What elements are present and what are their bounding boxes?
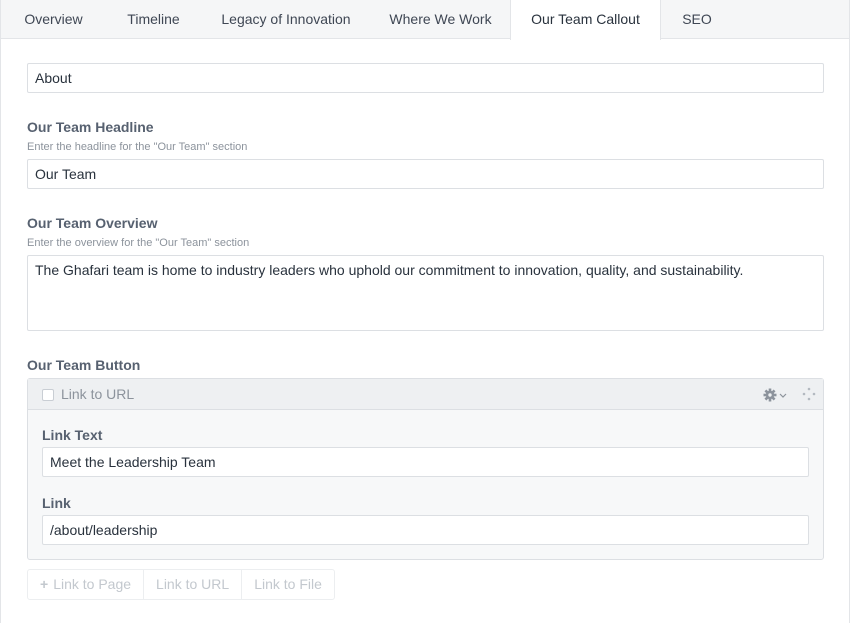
tab-overview[interactable]: Overview [1,0,106,39]
move-handle[interactable] [802,387,816,401]
block-title: Link to URL [61,386,135,402]
add-link-to-file-button[interactable]: Link to File [242,570,334,599]
overview-help-text: Enter the overview for the "Our Team" se… [27,237,250,249]
move-icon [802,387,816,401]
add-link-to-url-button[interactable]: Link to URL [144,570,243,599]
tab-where-we-work[interactable]: Where We Work [371,0,510,39]
headline-label: Our Team Headline [27,119,154,135]
tab-timeline[interactable]: Timeline [106,0,201,39]
link-input[interactable]: /about/leadership [42,515,809,545]
link-text-label: Link Text [42,427,103,443]
headline-input[interactable]: Our Team [27,159,824,189]
chevron-down-icon [779,393,787,398]
eyebrow-input[interactable]: About [27,63,824,93]
block-select-checkbox[interactable] [42,389,54,401]
link-block-header[interactable]: Link to URL [28,379,823,410]
link-label: Link [42,495,71,511]
link-block: Link to URL Link Text Meet the Leadershi… [27,378,824,560]
button-label: Our Team Button [27,357,141,373]
headline-help-text: Enter the headline for the "Our Team" se… [27,141,248,153]
overview-textarea[interactable]: The Ghafari team is home to industry lea… [27,255,824,331]
settings-menu[interactable] [763,387,789,403]
tab-seo[interactable]: SEO [661,0,733,39]
gear-icon [763,388,787,402]
add-link-to-page-button[interactable]: + Link to Page [28,570,145,599]
plus-icon: + [40,576,49,592]
tab-our-team-callout[interactable]: Our Team Callout [510,0,661,40]
tab-legacy-of-innovation[interactable]: Legacy of Innovation [201,0,371,39]
tab-bar: Overview Timeline Legacy of Innovation W… [1,0,849,40]
entry-editor: Overview Timeline Legacy of Innovation W… [0,0,850,623]
add-link-button-group: + Link to Page Link to URL Link to File [27,569,335,600]
link-text-input[interactable]: Meet the Leadership Team [42,447,809,477]
overview-label: Our Team Overview [27,215,158,231]
